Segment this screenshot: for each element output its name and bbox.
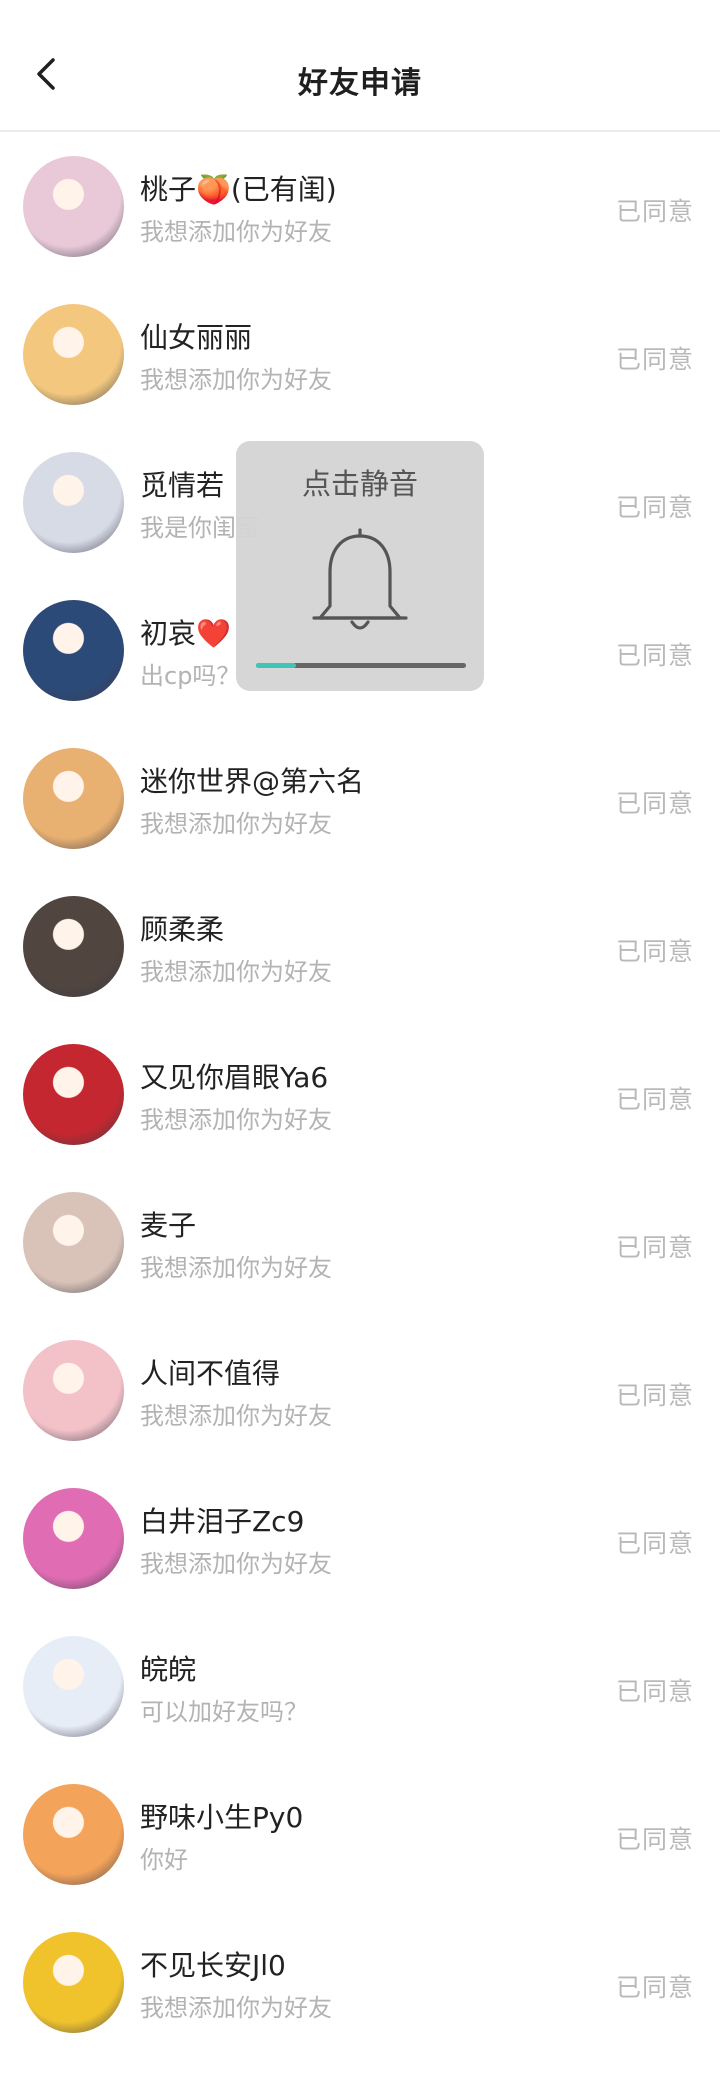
friend-request-row[interactable]: 皖皖可以加好友吗？ 已同意 (0, 1612, 720, 1760)
mute-toast[interactable]: 点击静音 (236, 441, 484, 691)
request-message: 我想添加你为好友 (140, 958, 332, 986)
status-label: 已同意 (615, 641, 694, 670)
friend-request-row[interactable]: 顾柔柔我想添加你为好友 已同意 (0, 872, 720, 1020)
requester-name: 麦子 (140, 1209, 197, 1242)
request-message: 我想添加你为好友 (140, 1402, 332, 1430)
friend-request-row[interactable]: 人间不值得我想添加你为好友 已同意 (0, 1316, 720, 1464)
avatar[interactable] (23, 1488, 124, 1589)
status-label: 已同意 (615, 1529, 694, 1558)
requester-name: 迷你世界@第六名 (140, 765, 365, 798)
avatar[interactable] (23, 1636, 124, 1737)
status-label: 已同意 (615, 1085, 694, 1114)
status-label: 已同意 (615, 1233, 694, 1262)
friend-request-row[interactable]: 不见长安Jl0 我想添加你为好友 已同意 (0, 1908, 720, 2056)
request-message: 你好 (140, 1846, 188, 1874)
status-label: 已同意 (615, 1825, 694, 1854)
friend-request-row[interactable]: 仙女丽丽我想添加你为好友 已同意 (0, 280, 720, 428)
friend-request-row[interactable]: 迷你世界@第六名我想添加你为好友 已同意 (0, 724, 720, 872)
page-title: 好友申请 (298, 66, 422, 101)
status-label: 已同意 (615, 1973, 694, 2002)
friend-request-row[interactable]: 又见你眉眼Ya6 我想添加你为好友 已同意 (0, 1020, 720, 1168)
request-message: 可以加好友吗？ (140, 1698, 308, 1726)
request-message: 我想添加你为好友 (140, 218, 332, 246)
request-message: 我想添加你为好友 (140, 366, 332, 394)
volume-fill (256, 663, 296, 668)
requester-name: 不见长安Jl0 (140, 1949, 286, 1982)
avatar[interactable] (23, 452, 124, 553)
friend-request-row[interactable]: 桃子🍑(已有闺) 我想添加你为好友 已同意 (0, 132, 720, 280)
request-message: 出cp吗？ (140, 662, 241, 690)
request-message: 我想添加你为好友 (140, 1106, 332, 1134)
request-message: 我想添加你为好友 (140, 810, 332, 838)
status-label: 已同意 (615, 789, 694, 818)
request-message: 我想添加你为好友 (140, 1994, 332, 2022)
friend-request-list: 桃子🍑(已有闺) 我想添加你为好友 已同意 仙女丽丽 我想添加你为好友 已同意 觅情若 我是你… (0, 132, 720, 2056)
status-label: 已同意 (615, 1381, 694, 1410)
avatar[interactable] (23, 896, 124, 997)
requester-name: 初哀❤️ (140, 617, 231, 650)
avatar[interactable] (23, 1192, 124, 1293)
avatar[interactable] (23, 748, 124, 849)
requester-name: 野味小生Py0 (140, 1801, 304, 1834)
avatar[interactable] (23, 1044, 124, 1145)
requester-name: 人间不值得 (140, 1357, 281, 1390)
avatar[interactable] (23, 1932, 124, 2033)
status-label: 已同意 (615, 1677, 694, 1706)
status-label: 已同意 (615, 937, 694, 966)
requester-name: 仙女丽丽 (140, 321, 253, 354)
requester-name: 桃子🍑(已有闺) (140, 173, 337, 206)
requester-name: 觅情若 (140, 469, 225, 502)
volume-track[interactable] (256, 663, 466, 668)
avatar[interactable] (23, 600, 124, 701)
friend-request-row[interactable]: 野味小生Py0 你好 已同意 (0, 1760, 720, 1908)
request-message: 我想添加你为好友 (140, 1550, 332, 1578)
avatar[interactable] (23, 304, 124, 405)
mute-label: 点击静音 (301, 467, 418, 501)
requester-name: 顾柔柔 (140, 913, 225, 946)
request-message: 我想添加你为好友 (140, 1254, 332, 1282)
top-bar: 好友申请 (0, 0, 720, 132)
requester-name: 又见你眉眼Ya6 (140, 1061, 329, 1094)
requester-name: 皖皖 (140, 1653, 197, 1686)
requester-name: 白井泪子Zc9 (140, 1505, 305, 1538)
avatar[interactable] (23, 1340, 124, 1441)
friend-request-row[interactable]: 白井泪子Zc9 我想添加你为好友 已同意 (0, 1464, 720, 1612)
bell-icon (312, 528, 408, 630)
status-label: 已同意 (615, 197, 694, 226)
avatar[interactable] (23, 1784, 124, 1885)
avatar[interactable] (23, 156, 124, 257)
status-label: 已同意 (615, 493, 694, 522)
status-label: 已同意 (615, 345, 694, 374)
friend-request-row[interactable]: 麦子我想添加你为好友 已同意 (0, 1168, 720, 1316)
